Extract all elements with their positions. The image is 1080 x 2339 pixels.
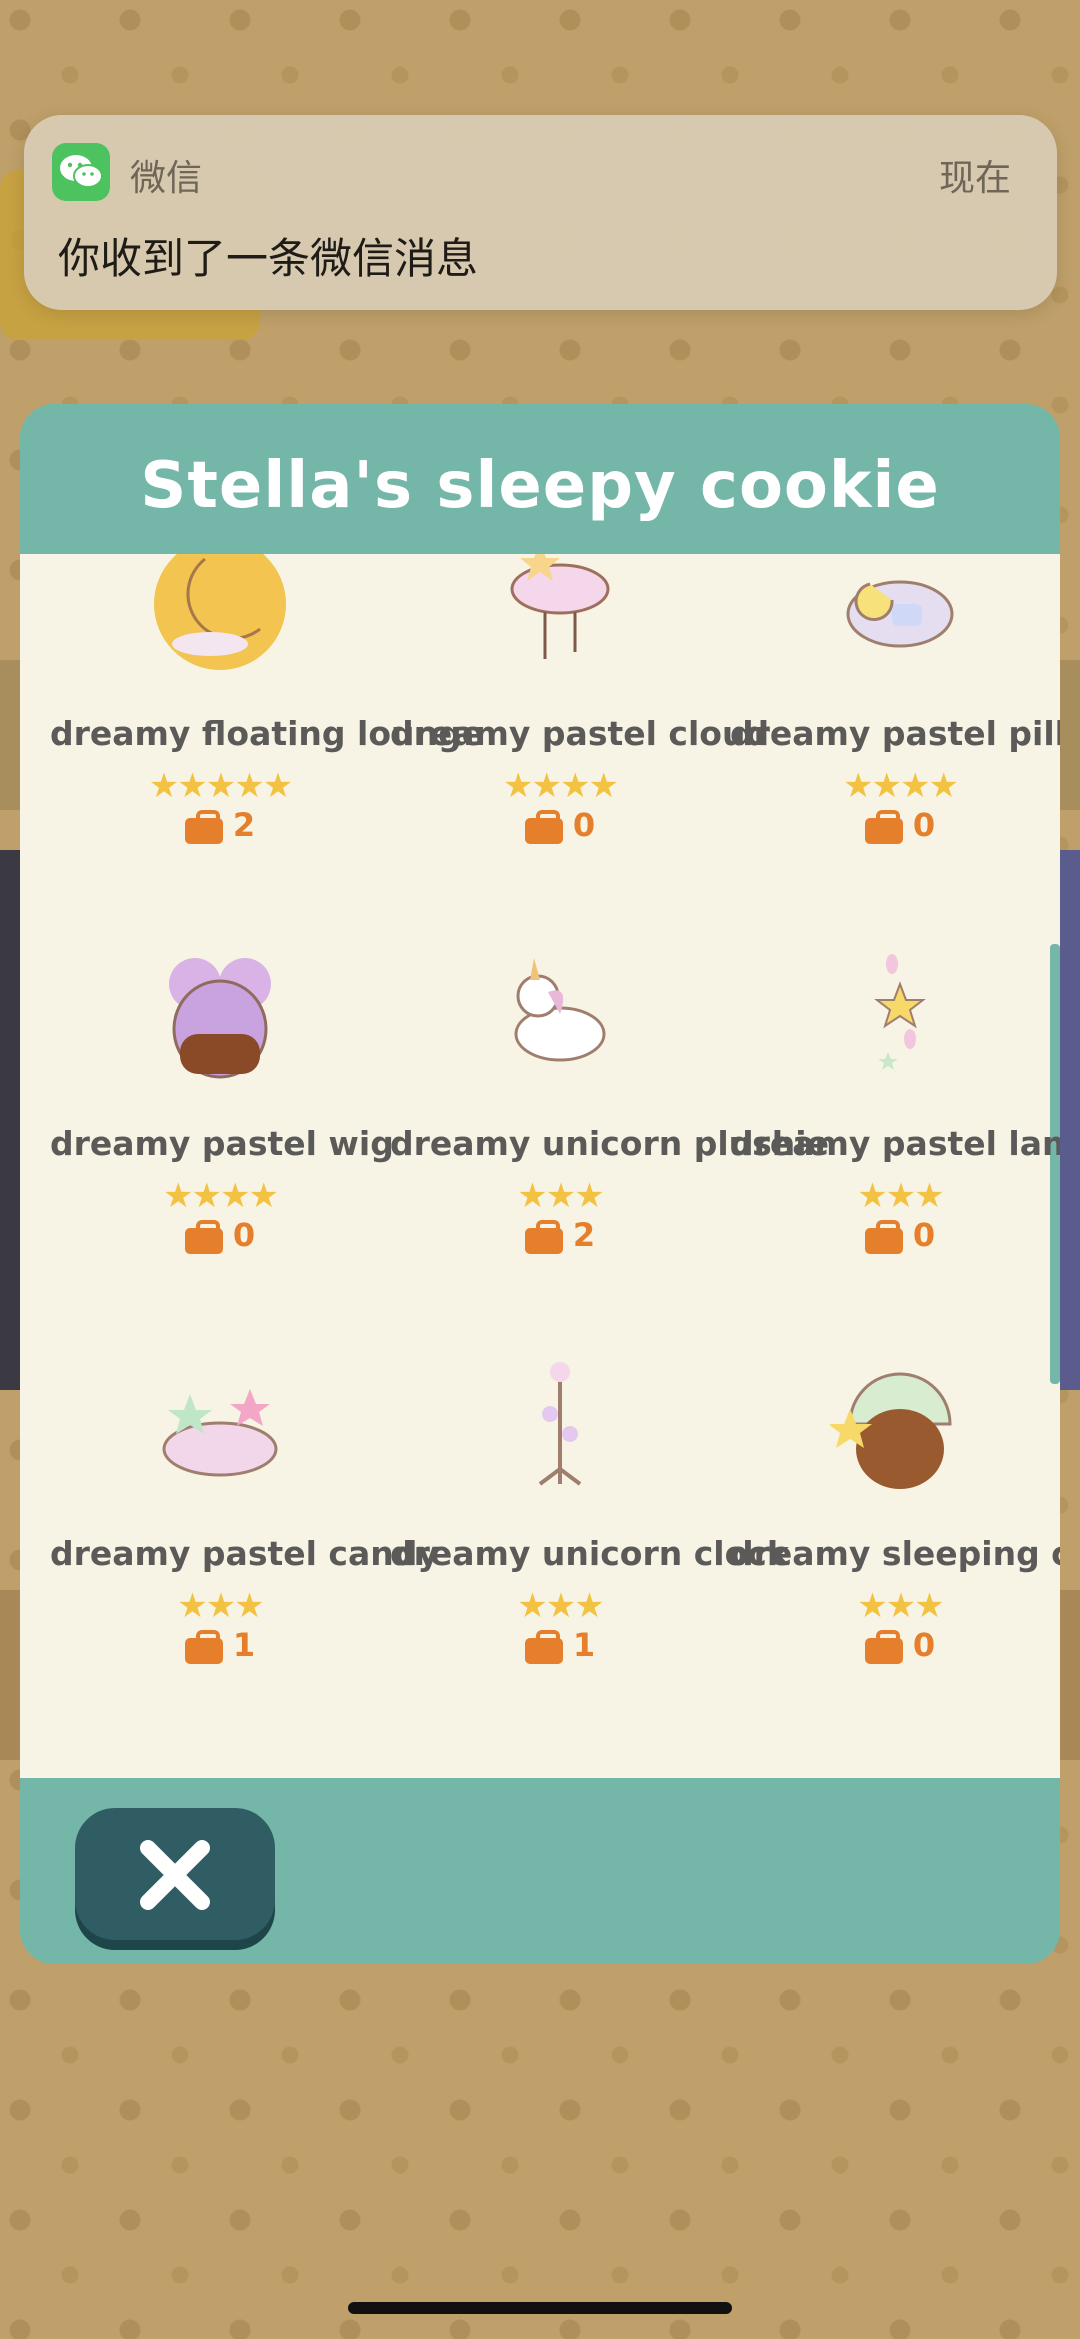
item-thumbnail: [514, 958, 606, 1062]
star-rating: ★★★: [177, 1586, 264, 1626]
suitcase-icon: [864, 810, 903, 844]
item-count: 0: [912, 806, 936, 844]
item-thumbnail: [510, 554, 610, 659]
suitcase-icon: [524, 1220, 563, 1254]
item-thumbnail: [830, 1372, 952, 1489]
item-name: dreamy unicorn clock: [390, 1534, 789, 1573]
suitcase-icon: [184, 1220, 223, 1254]
item-stock: 1: [390, 1626, 730, 1664]
item-count: 1: [572, 1626, 596, 1664]
item-count: 0: [232, 1216, 256, 1254]
star-rating: ★★★: [517, 1586, 604, 1626]
star-rating: ★★★★: [843, 766, 959, 806]
suitcase-icon: [524, 810, 563, 844]
item-name: dreamy unicorn plushie: [390, 1124, 829, 1163]
item-card[interactable]: dreamy pastel wig ★★★★ 0: [50, 944, 394, 1274]
item-count: 2: [232, 806, 256, 844]
item-card[interactable]: dreamy pastel lamp ★★★0: [730, 944, 1060, 1274]
item-count: 0: [912, 1626, 936, 1664]
item-name: dreamy sleeping cap: [730, 1534, 1060, 1573]
item-card[interactable]: dreamy pastel pillows ★★★★0: [730, 554, 1060, 864]
home-indicator[interactable]: [348, 2302, 732, 2314]
suitcase-icon: [864, 1220, 903, 1254]
star-rating: ★★★: [857, 1586, 944, 1626]
modal-title: Stella's sleepy cookie: [140, 449, 940, 523]
star-rating: ★★★★★: [148, 766, 293, 806]
suitcase-icon: [184, 1630, 223, 1664]
item-card[interactable]: dreamy unicorn clock ★★★ 1: [390, 1354, 789, 1684]
item-stock: 0: [730, 1626, 1060, 1664]
star-rating: ★★★★: [163, 1176, 279, 1216]
item-stock: 0: [50, 1216, 390, 1254]
item-name: dreamy pastel lamp: [730, 1124, 1060, 1163]
modal-header: Stella's sleepy cookie: [20, 404, 1060, 554]
item-name: dreamy floating lounge: [50, 714, 484, 753]
item-name: dreamy pastel candy: [50, 1534, 439, 1573]
item-name: dreamy pastel cloud: [390, 714, 770, 753]
item-card[interactable]: dreamy pastel candy ★★★ 1: [50, 1354, 439, 1684]
item-list[interactable]: dreamy floating lounge ★★★★★ 2 dreamy paste…: [20, 554, 1060, 1778]
star-rating: ★★★: [517, 1176, 604, 1216]
close-icon: [140, 1840, 210, 1910]
item-name: dreamy pastel wig: [50, 1124, 394, 1163]
item-stock: 1: [50, 1626, 390, 1664]
item-count: 1: [232, 1626, 256, 1664]
item-thumbnail: [874, 954, 926, 1070]
item-thumbnail: [162, 1389, 278, 1477]
item-card[interactable]: dreamy unicorn plushie ★★★ 2: [390, 944, 829, 1274]
notification-banner[interactable]: 微信 现在 你收到了一条微信消息: [24, 115, 1057, 310]
item-thumbnail: [154, 554, 286, 670]
item-name: dreamy pastel pillows: [730, 714, 1060, 753]
item-count: 0: [912, 1216, 936, 1254]
notification-time: 现在: [938, 158, 1011, 199]
item-stock: 2: [50, 806, 390, 844]
suitcase-icon: [864, 1630, 903, 1664]
item-card[interactable]: dreamy pastel cloud ★★★★ 0: [390, 554, 770, 864]
modal-footer: [20, 1778, 1060, 1964]
notification-message: 你收到了一条微信消息: [58, 234, 479, 283]
notification-app-name: 微信: [130, 158, 203, 199]
item-card[interactable]: dreamy floating lounge ★★★★★ 2: [50, 554, 484, 864]
item-count: 0: [572, 806, 596, 844]
item-stock: 0: [730, 1216, 1060, 1254]
item-count: 2: [572, 1216, 596, 1254]
suitcase-icon: [524, 1630, 563, 1664]
suitcase-icon: [184, 810, 223, 844]
item-stock: 0: [730, 806, 1060, 844]
item-thumbnail: [169, 958, 271, 1079]
item-thumbnail: [846, 580, 954, 648]
item-thumbnail: [538, 1362, 582, 1486]
star-rating: ★★★: [857, 1176, 944, 1216]
item-stock: 2: [390, 1216, 730, 1254]
item-card[interactable]: dreamy sleeping cap ★★★0: [730, 1354, 1060, 1684]
star-rating: ★★★★: [503, 766, 619, 806]
item-stock: 0: [390, 806, 730, 844]
collection-modal: Stella's sleepy cookie dreamy floating l…: [20, 404, 1060, 1964]
close-button[interactable]: [75, 1808, 275, 1940]
wechat-icon: [52, 143, 110, 201]
